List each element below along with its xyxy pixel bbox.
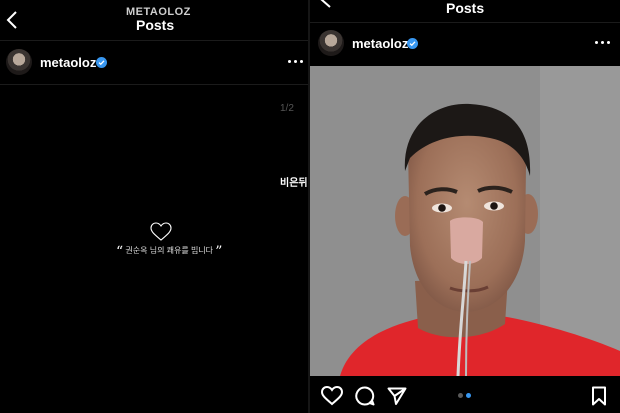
quote-text: 권순옥 님의 쾌유를 빕니다	[125, 246, 214, 255]
selfie-illustration	[310, 66, 620, 376]
carousel-dot	[458, 393, 463, 398]
page-title: Posts	[136, 17, 175, 33]
left-post-view: METAOLOZ Posts metaoloz 1/2 비은뒤 “ 권순옥 님의…	[0, 0, 308, 413]
carousel-dot	[466, 393, 471, 398]
post-username[interactable]: metaoloz	[352, 36, 408, 51]
avatar[interactable]	[318, 30, 344, 56]
verified-badge-icon	[407, 38, 418, 49]
next-slide-peek-text: 비은뒤	[280, 174, 308, 189]
post-quote: “ 권순옥 님의 쾌유를 빕니다 ”	[116, 244, 222, 260]
right-post-view: Posts metaoloz	[310, 0, 620, 413]
back-arrow-icon[interactable]	[320, 0, 332, 9]
avatar[interactable]	[6, 49, 32, 75]
quote-close: ”	[215, 244, 223, 260]
quote-open: “	[116, 244, 124, 260]
like-heart-icon[interactable]	[321, 386, 343, 406]
comment-bubble-icon[interactable]	[355, 386, 375, 406]
verified-badge-icon	[96, 57, 107, 68]
header-divider	[310, 22, 620, 23]
side-label: 비은뒤	[280, 178, 308, 189]
post-username[interactable]: metaoloz	[40, 55, 96, 70]
carousel-counter: 1/2	[280, 103, 294, 114]
share-paper-plane-icon[interactable]	[387, 386, 407, 406]
post-photo[interactable]	[310, 66, 620, 376]
header-divider	[0, 40, 308, 41]
page-title: Posts	[446, 0, 485, 16]
more-options-icon[interactable]	[287, 59, 305, 65]
more-options-icon[interactable]	[594, 40, 612, 46]
save-bookmark-icon[interactable]	[591, 386, 607, 406]
post-divider	[0, 84, 308, 85]
back-arrow-icon[interactable]	[6, 11, 18, 29]
